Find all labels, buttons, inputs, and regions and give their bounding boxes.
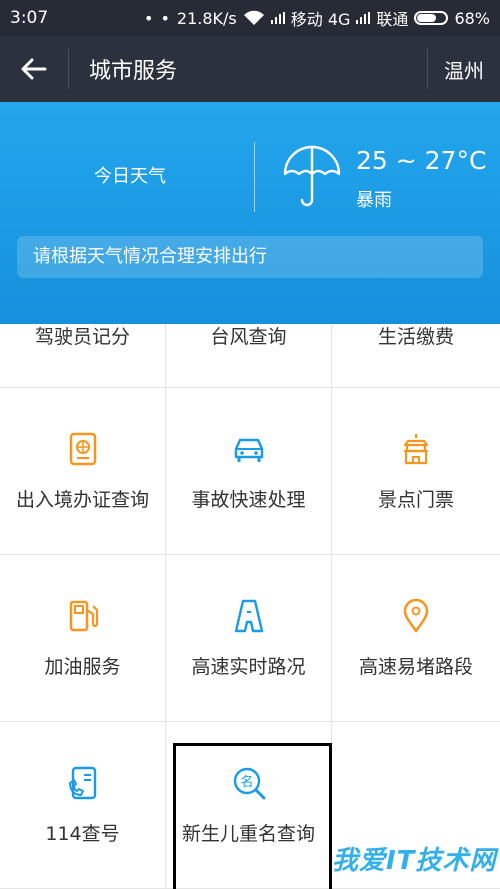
weather-divider	[254, 142, 255, 212]
network-speed: 21.8K/s	[176, 8, 237, 28]
services-row: 加油服务 高速实时路况 高速易堵路段	[0, 555, 500, 722]
passport-icon	[69, 432, 96, 465]
fuel-pump-icon	[69, 600, 98, 631]
watermark: 我爱IT技术网	[332, 846, 497, 876]
notification-dots: • •	[143, 8, 171, 28]
weather-panel: 今日天气 25 ~ 27°C 暴雨 请根据天气情况合理安排出行	[0, 102, 500, 324]
service-utility-payment[interactable]: 生活缴费	[332, 324, 500, 387]
service-label: 事故快速处理	[191, 488, 306, 511]
service-label: 驾驶员记分	[34, 326, 130, 348]
temperature-range: 25 ~ 27°C	[356, 146, 487, 175]
services-row: 驾驶员记分 台风查询 生活缴费	[0, 324, 500, 388]
service-fuel[interactable]: 加油服务	[0, 555, 166, 721]
highway-icon	[234, 599, 263, 632]
service-label: 高速易堵路段	[358, 655, 473, 678]
highlight-box	[173, 743, 332, 889]
service-tickets[interactable]: 景点门票	[332, 388, 500, 554]
city-selector[interactable]: 温州	[427, 36, 500, 102]
pagoda-icon	[403, 433, 429, 464]
title-divider	[68, 49, 69, 89]
location-pin-icon	[403, 598, 429, 632]
service-label: 台风查询	[210, 326, 287, 348]
service-typhoon[interactable]: 台风查询	[166, 324, 332, 387]
wifi-icon	[243, 10, 264, 25]
service-traffic[interactable]: 高速实时路况	[166, 555, 332, 721]
service-label: 114查号	[45, 822, 120, 845]
service-congestion[interactable]: 高速易堵路段	[332, 555, 500, 721]
service-label: 生活缴费	[377, 326, 454, 348]
signal-icon-2	[356, 12, 371, 24]
service-label: 出入境办证查询	[15, 488, 149, 511]
services-row: 出入境办证查询 事故快速处理 景点门票	[0, 388, 500, 555]
service-passport[interactable]: 出入境办证查询	[0, 388, 166, 554]
service-label: 景点门票	[377, 488, 454, 511]
weather-condition: 暴雨	[356, 190, 392, 211]
carrier-1: 移动 4G	[290, 10, 351, 29]
title-bar: 城市服务 温州	[0, 36, 500, 102]
battery-icon	[414, 11, 449, 25]
battery-level	[417, 14, 437, 22]
umbrella-icon	[283, 145, 341, 207]
service-label: 加油服务	[44, 655, 121, 678]
service-phone-lookup[interactable]: 114查号	[0, 722, 166, 888]
city-label: 温州	[444, 58, 484, 83]
status-bar: 3:07 • • 21.8K/s 移动 4G 联通 68%	[0, 0, 500, 36]
signal-icon	[270, 12, 285, 24]
phone-book-icon	[68, 766, 96, 799]
battery-percent: 68%	[454, 8, 490, 28]
service-accident[interactable]: 事故快速处理	[166, 388, 332, 554]
status-right: • • 21.8K/s 移动 4G 联通 68%	[144, 6, 490, 30]
status-time: 3:07	[10, 8, 49, 28]
weather-tip: 请根据天气情况合理安排出行	[17, 236, 483, 278]
page-title: 城市服务	[89, 59, 178, 84]
car-icon	[234, 438, 263, 462]
carrier-2: 联通	[376, 10, 409, 29]
service-driver-points[interactable]: 驾驶员记分	[0, 324, 166, 387]
arrow-left-icon	[21, 58, 47, 80]
service-label: 高速实时路况	[191, 655, 306, 678]
today-weather-label: 今日天气	[94, 166, 166, 187]
back-button[interactable]	[0, 36, 68, 102]
